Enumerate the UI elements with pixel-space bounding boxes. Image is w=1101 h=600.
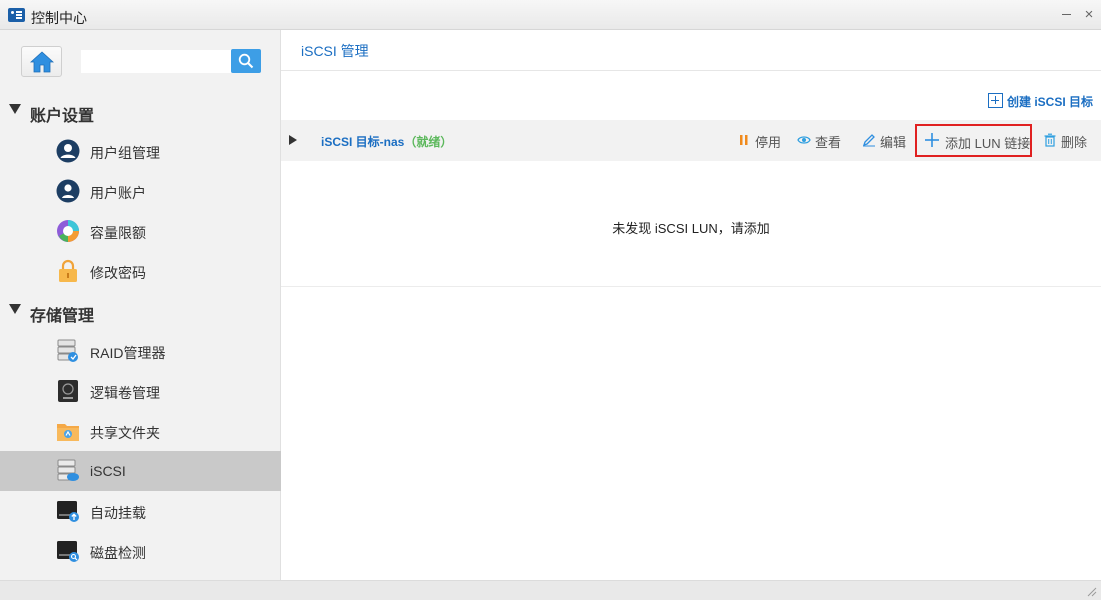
disk-check-icon [57,541,79,562]
quota-pie-icon [57,220,79,242]
minimize-icon[interactable] [1058,6,1076,24]
divider [281,286,1101,287]
sidebar-item-iscsi[interactable]: iSCSI [0,451,281,491]
sidebar-item-raid-manager[interactable]: RAID管理器 [0,331,281,371]
sidebar-item-label: iSCSI [90,463,126,479]
search-input[interactable] [81,50,231,73]
delete-label: 删除 [1061,135,1088,150]
sidebar-item-user-group-management[interactable]: 用户组管理 [0,131,281,171]
empty-lun-message: 未发现 iSCSI LUN，请添加 [612,221,770,236]
user-group-icon [56,139,80,163]
plus-icon [925,133,939,147]
sidebar-item-shared-folder[interactable]: 共享文件夹 [0,411,281,451]
resize-grip-icon[interactable] [1085,585,1097,597]
close-icon[interactable]: × [1080,6,1098,24]
sidebar-item-user-accounts[interactable]: 用户账户 [0,171,281,211]
status-badge: （就绪） [404,135,453,149]
stop-label: 停用 [755,135,782,150]
pause-icon [740,135,748,145]
collapse-triangle-icon [9,304,21,314]
sidebar-item-label: 修改密码 [90,265,146,281]
view-label: 查看 [815,135,842,150]
section-label: 存储管理 [30,308,95,325]
sidebar-item-label: 用户账户 [90,185,146,201]
status-bar [0,580,1101,600]
iscsi-icon [57,459,79,481]
sidebar-item-auto-mount[interactable]: 自动挂载 [0,491,281,531]
page-title: iSCSI 管理 [301,43,369,59]
section-storage-management[interactable]: 存储管理 [0,296,281,326]
sidebar-item-logical-volume[interactable]: 逻辑卷管理 [0,371,281,411]
title-bar: 控制中心 × [0,0,1101,30]
section-label: 账户设置 [30,108,95,125]
eye-icon [797,136,811,144]
home-icon [30,51,54,73]
target-name-text: iSCSI 目标-nas [321,135,405,149]
user-account-icon [56,179,80,203]
lvm-icon [58,380,78,402]
shared-folder-icon [57,424,79,441]
control-center-app-icon [8,8,25,22]
auto-mount-icon [57,501,79,522]
sidebar-item-label: 逻辑卷管理 [90,385,160,401]
main-header: iSCSI 管理 [281,30,1101,71]
add-box-icon [988,93,1003,108]
sidebar-item-label: 磁盘检测 [90,545,146,561]
raid-icon [57,339,78,362]
search-button[interactable] [231,49,261,73]
search-icon [238,53,254,69]
main-panel: iSCSI 管理 创建 iSCSI 目标 iSCSI 目标-nas（就绪） 停用… [281,30,1101,580]
collapse-triangle-icon [9,104,21,114]
sidebar-item-label: 用户组管理 [90,145,160,161]
expand-arrow-icon[interactable] [289,135,297,145]
sidebar-item-change-password[interactable]: 修改密码 [0,251,281,291]
trash-icon [1044,133,1056,147]
sidebar-item-label: 共享文件夹 [90,425,160,441]
sidebar-item-label: 容量限额 [90,225,146,241]
iscsi-target-row: iSCSI 目标-nas（就绪） 停用 查看 编辑 添加 LUN 链接 删除 [281,120,1101,161]
sidebar: 账户设置 用户组管理 用户账户 容量限额 修改密码 存储管理 RAID管理器 逻… [0,30,281,580]
home-button[interactable] [21,46,62,77]
window-title: 控制中心 [31,10,87,26]
section-account-settings[interactable]: 账户设置 [0,96,281,126]
sidebar-item-disk-check[interactable]: 磁盘检测 [0,531,281,571]
add-lun-label: 添加 LUN 链接 [945,136,1031,151]
sidebar-item-quota[interactable]: 容量限额 [0,211,281,251]
edit-label: 编辑 [880,135,907,150]
lock-icon [59,259,77,282]
sidebar-item-label: RAID管理器 [90,345,166,361]
add-lun-link-button[interactable]: 添加 LUN 链接 [915,124,1032,157]
sidebar-item-label: 自动挂载 [90,505,146,521]
create-iscsi-target-label: 创建 iSCSI 目标 [1007,95,1094,109]
pencil-icon [862,134,875,147]
target-name: iSCSI 目标-nas（就绪） [321,133,452,150]
